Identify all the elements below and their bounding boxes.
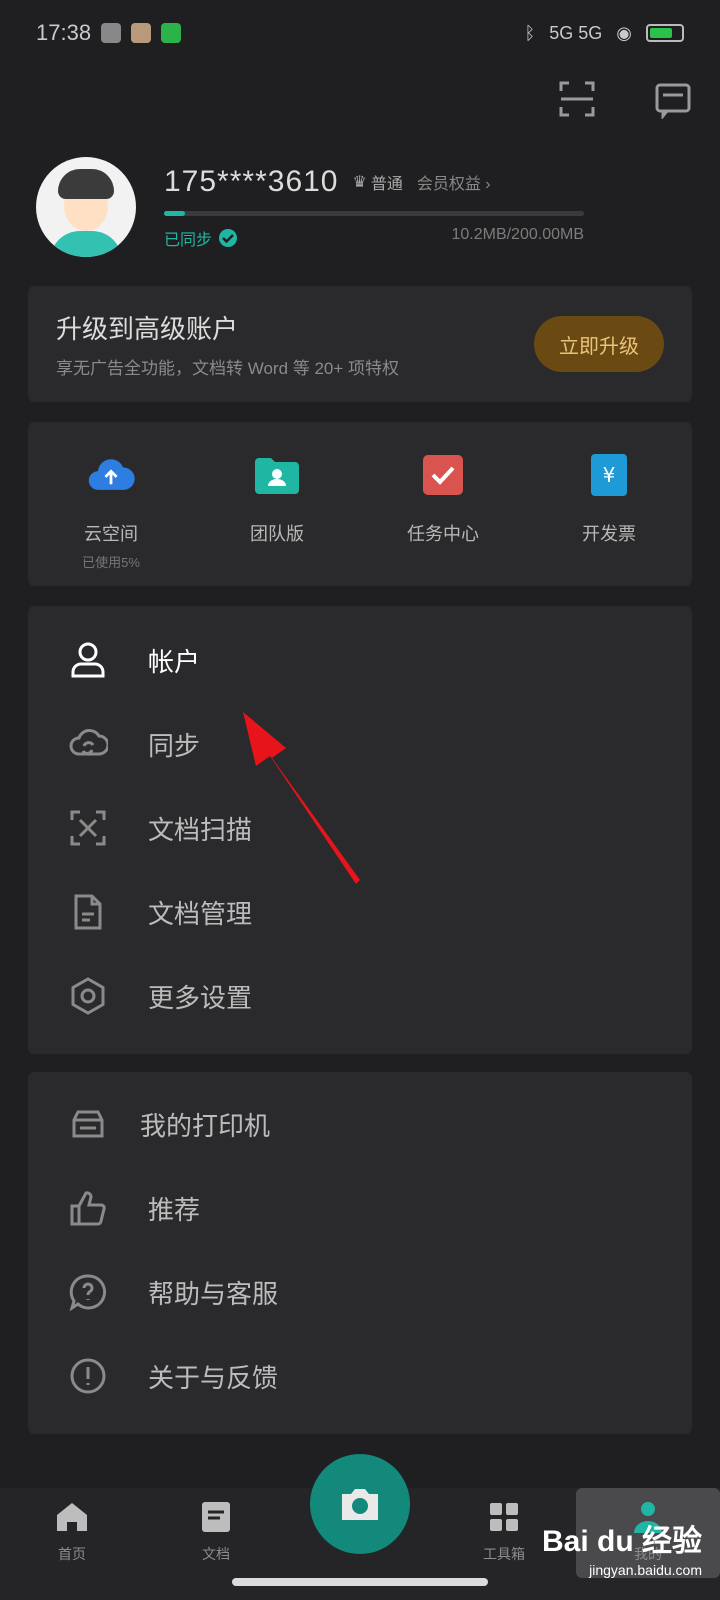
crown-icon: ♛: [352, 173, 367, 191]
menu-item-my-printer[interactable]: 我的打印机: [28, 1082, 692, 1166]
menu-item-more-settings[interactable]: 更多设置: [28, 954, 692, 1038]
settings-menu: 帐户 同步 文档扫描 文档管理 更多设置: [28, 606, 692, 1054]
tab-label: 工具箱: [483, 1546, 525, 1562]
signal-text: 5G 5G: [549, 22, 603, 43]
status-bar: 17:38 ᛒ 5G 5G ◉: [0, 0, 720, 66]
sync-status-label: 已同步: [164, 231, 213, 249]
quick-item-cloud-space[interactable]: 云空间 已使用5%: [36, 452, 186, 571]
menu-item-account[interactable]: 帐户: [28, 618, 692, 702]
member-benefits-link[interactable]: 会员权益 ›: [417, 170, 491, 194]
upgrade-now-button[interactable]: 立即升级: [534, 316, 664, 372]
menu-item-label: 我的打印机: [140, 1110, 271, 1141]
info-icon: [66, 1354, 110, 1398]
scan-icon[interactable]: [554, 76, 600, 122]
camera-icon: [342, 1489, 378, 1520]
tab-label: 首页: [58, 1546, 86, 1562]
watermark-logo: Bai du 经验: [541, 1525, 702, 1558]
menu-item-recommend[interactable]: 推荐: [28, 1166, 692, 1250]
menu-item-label: 帮助与客服: [148, 1278, 279, 1309]
sync-status: 已同步: [164, 226, 238, 250]
quick-item-sub: 已使用5%: [82, 555, 140, 570]
document-icon: [66, 890, 110, 934]
profile-header[interactable]: 175****3610 ♛ 普通 会员权益 › 已同步 10.2MB/200.0…: [36, 152, 686, 262]
menu-item-document-scan[interactable]: 文档扫描: [28, 786, 692, 870]
storage-usage: 10.2MB/200.00MB: [451, 225, 584, 243]
cloud-sync-icon: [66, 722, 110, 766]
quick-item-label: 团队版: [250, 524, 304, 544]
watermark-url: jingyan.baidu.com: [589, 1562, 702, 1578]
vip-label: 普通: [370, 175, 403, 193]
message-icon[interactable]: [650, 76, 696, 122]
quick-actions: 云空间 已使用5% 团队版 任务中心 ¥ 开发票: [28, 422, 692, 586]
home-indicator[interactable]: [232, 1578, 488, 1586]
printer-icon: [66, 1102, 110, 1146]
invoice-icon: ¥: [583, 452, 635, 498]
upgrade-banner[interactable]: 升级到高级账户 享无广告全功能，文档转 Word 等 20+ 项特权 立即升级: [28, 286, 692, 402]
menu-item-label: 帐户: [148, 646, 201, 677]
menu-item-label: 推荐: [148, 1194, 201, 1225]
menu-item-label: 文档扫描: [148, 814, 253, 845]
battery-icon: [646, 24, 684, 42]
vip-badge: ♛ 普通: [353, 170, 403, 194]
person-icon: [66, 638, 110, 682]
top-actions: [554, 76, 696, 122]
menu-item-help[interactable]: 帮助与客服: [28, 1250, 692, 1334]
quick-item-task-center[interactable]: 任务中心: [368, 452, 518, 546]
check-circle-icon: [219, 228, 238, 247]
camera-button[interactable]: [310, 1454, 410, 1554]
cloud-upload-icon: [85, 452, 137, 498]
thumbs-up-icon: [66, 1186, 110, 1230]
support-menu: 我的打印机 推荐 帮助与客服 关于与反馈: [28, 1072, 692, 1434]
menu-item-label: 同步: [148, 730, 201, 761]
wechat-icon: [161, 23, 182, 43]
status-time: 17:38: [36, 20, 92, 45]
menu-item-label: 文档管理: [148, 898, 253, 929]
upgrade-title: 升级到高级账户: [56, 314, 239, 344]
baidu-watermark: Bai du 经验 jingyan.baidu.com: [542, 1516, 702, 1578]
doc-tab-icon: [197, 1498, 235, 1536]
tab-home[interactable]: 首页: [0, 1498, 144, 1564]
storage-progress-fill: [164, 210, 185, 216]
quick-item-team[interactable]: 团队版: [202, 452, 352, 546]
app-notification-icon: [131, 23, 152, 43]
menu-item-sync[interactable]: 同步: [28, 702, 692, 786]
menu-item-document-management[interactable]: 文档管理: [28, 870, 692, 954]
scan-frame-icon: [66, 806, 110, 850]
storage-progress-bar: [164, 210, 584, 216]
grid-icon: [485, 1498, 523, 1536]
quick-item-label: 开发票: [582, 524, 636, 544]
menu-item-label: 更多设置: [148, 982, 253, 1013]
home-icon: [53, 1498, 91, 1536]
quick-item-label: 任务中心: [407, 524, 479, 544]
upgrade-subtitle: 享无广告全功能，文档转 Word 等 20+ 项特权: [56, 359, 400, 378]
gear-icon: [66, 974, 110, 1018]
menu-item-label: 关于与反馈: [148, 1362, 279, 1393]
avatar[interactable]: [36, 157, 136, 257]
svg-text:¥: ¥: [603, 463, 616, 487]
tab-label: 文档: [202, 1546, 230, 1562]
menu-item-about[interactable]: 关于与反馈: [28, 1334, 692, 1418]
help-icon: [66, 1270, 110, 1314]
phone-number: 175****3610: [164, 164, 339, 198]
tab-documents[interactable]: 文档: [144, 1498, 288, 1564]
wifi-icon: ◉: [616, 22, 632, 43]
quick-item-invoice[interactable]: ¥ 开发票: [534, 452, 684, 546]
task-check-icon: [417, 452, 469, 498]
notification-icon: [101, 23, 122, 43]
bluetooth-icon: ᛒ: [524, 22, 536, 43]
team-folder-icon: [251, 452, 303, 498]
quick-item-label: 云空间: [84, 524, 138, 544]
